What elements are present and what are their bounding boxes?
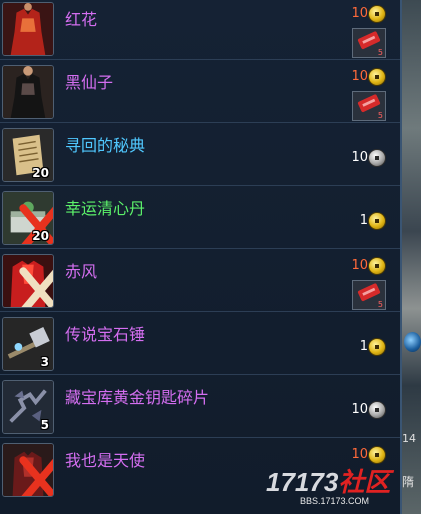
- silver-coin-icon: [368, 401, 386, 419]
- list-item[interactable]: 3 传说宝石锤 1: [0, 315, 400, 375]
- item-price: 10: [351, 447, 368, 462]
- list-item[interactable]: 20 寻回的秘典 10: [0, 126, 400, 186]
- list-item[interactable]: 20 幸运清心丹 1: [0, 189, 400, 249]
- unavailable-x-icon: [19, 267, 53, 307]
- item-name: 我也是天使: [65, 451, 146, 470]
- scroll-book-icon[interactable]: 20: [2, 128, 54, 182]
- list-item[interactable]: 5 藏宝库黄金钥匙碎片 10: [0, 378, 400, 438]
- gold-coin-icon: [368, 5, 386, 23]
- ticket-quantity: 5: [377, 48, 383, 57]
- watermark-url: BBS.17173.COM: [300, 496, 370, 506]
- list-item[interactable]: 黑仙子 10 5: [0, 63, 400, 123]
- minimap-orb-icon[interactable]: [404, 332, 421, 352]
- item-name: 幸运清心丹: [65, 199, 146, 218]
- list-item[interactable]: 赤风 10 5: [0, 252, 400, 312]
- item-name: 红花: [65, 10, 98, 29]
- black-dress-icon[interactable]: [2, 65, 54, 119]
- item-name: 赤风: [65, 262, 98, 281]
- item-name: 传说宝石锤: [65, 325, 146, 344]
- list-item[interactable]: 红花 10 5: [0, 0, 400, 60]
- silver-coin-icon: [368, 149, 386, 167]
- item-price: 10: [351, 150, 368, 165]
- watermark-brand: 17173社区: [266, 467, 391, 497]
- item-stack-count: 3: [40, 355, 49, 369]
- scene-label: 隋: [402, 475, 415, 489]
- red-dress-icon[interactable]: [2, 2, 54, 56]
- pill-box-icon[interactable]: 20: [2, 191, 54, 245]
- item-stack-count: 20: [32, 166, 49, 180]
- item-price: 10: [351, 258, 368, 273]
- scene-number: 14: [402, 432, 416, 445]
- item-name: 藏宝库黄金钥匙碎片: [65, 388, 210, 407]
- ticket-quantity: 5: [377, 111, 383, 120]
- gold-coin-icon: [368, 68, 386, 86]
- item-stack-count: 20: [32, 229, 49, 243]
- ticket-quantity: 5: [377, 300, 383, 309]
- key-fragment-icon[interactable]: 5: [2, 380, 54, 434]
- game-scene-background: 14 隋: [400, 0, 421, 514]
- unavailable-x-icon: [19, 456, 53, 496]
- gold-coin-icon: [368, 257, 386, 275]
- red-outfit-icon[interactable]: [2, 254, 54, 308]
- red-ticket-icon[interactable]: 5: [352, 28, 386, 58]
- gold-coin-icon: [368, 212, 386, 230]
- item-price: 10: [351, 402, 368, 417]
- item-price: 1: [359, 213, 368, 228]
- gold-coin-icon: [368, 338, 386, 356]
- item-name: 黑仙子: [65, 73, 114, 92]
- item-price: 10: [351, 69, 368, 84]
- shop-item-list: 红花 10 5 黑仙子 10 5 20 寻回的秘典 10 20 幸运清心丹 1 …: [0, 0, 402, 514]
- site-watermark: 17173社区 BBS.17173.COM: [262, 462, 402, 514]
- item-price: 10: [351, 6, 368, 21]
- gem-hammer-icon[interactable]: 3: [2, 317, 54, 371]
- item-stack-count: 5: [40, 418, 49, 432]
- red-ticket-icon[interactable]: 5: [352, 91, 386, 121]
- angel-outfit-icon[interactable]: [2, 443, 54, 497]
- item-name: 寻回的秘典: [65, 136, 146, 155]
- item-price: 1: [359, 339, 368, 354]
- red-ticket-icon[interactable]: 5: [352, 280, 386, 310]
